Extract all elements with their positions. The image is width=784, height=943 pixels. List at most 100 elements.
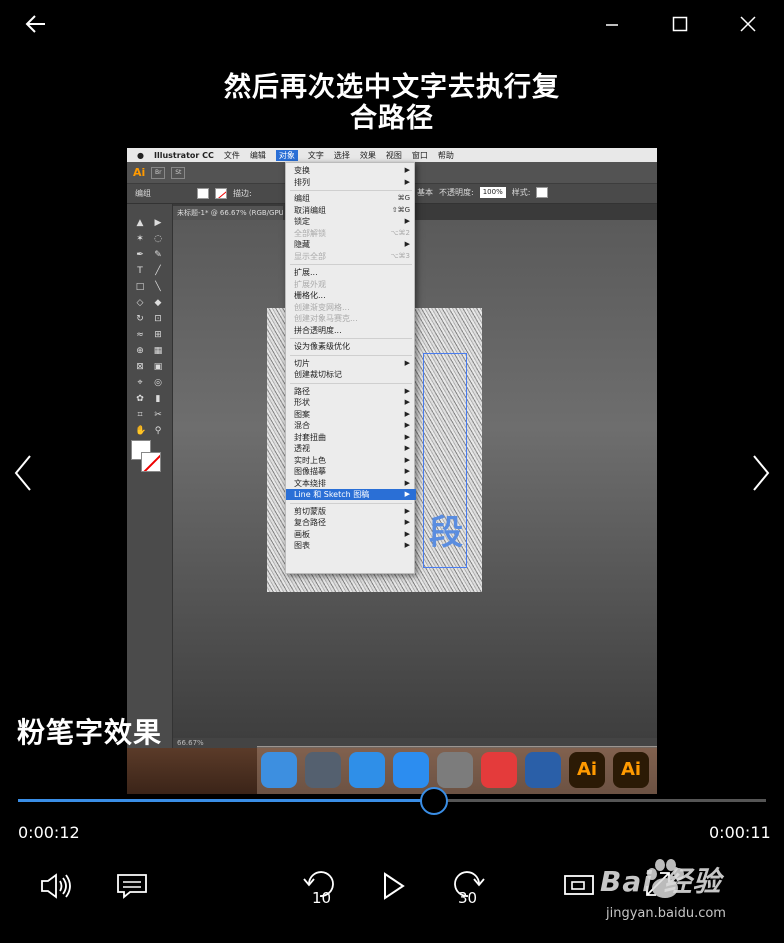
scale-tool-icon: ⊡ [154, 314, 162, 324]
arrow-left-icon [25, 15, 45, 33]
basic-label: 基本 [417, 188, 433, 197]
rectangle-tool-icon: □ [135, 282, 145, 292]
volume-button[interactable] [36, 868, 76, 904]
baidu-watermark: Bai 经验 jingyan.baidu.com [590, 852, 780, 930]
menubar-item: 视图 [385, 150, 402, 160]
caption-line-1: 然后再次选中文字去执行复 [224, 72, 560, 103]
menu-separator [290, 190, 412, 191]
xmind-icon [481, 752, 517, 788]
ctrl-label: 编组 [135, 189, 151, 198]
minimize-button[interactable] [596, 8, 628, 40]
menu-item-label: 全部解锁 [294, 228, 326, 238]
submenu-arrow-icon: ▶ [404, 444, 410, 452]
menu-item-label: 隐藏 [294, 240, 310, 249]
menu-separator [290, 382, 412, 384]
object-menu-item: 封套扭曲 ▶ [286, 432, 416, 443]
menu-item-label: 锁定 [294, 217, 310, 226]
menu-item-label: 创建对象马赛克... [294, 314, 358, 323]
close-button[interactable] [732, 8, 764, 40]
type-tool-icon: T [137, 266, 143, 276]
submenu-arrow-icon: ▶ [404, 398, 410, 406]
document-tab: 未标题-1* @ 66.67% (RGB/GPU [173, 206, 283, 220]
menu-item-label: 图表 [294, 541, 310, 550]
next-button[interactable] [746, 448, 776, 498]
finder-icon [261, 752, 297, 788]
object-menu-item: 取消编组 ⇧⌘G [286, 205, 416, 216]
mesh-tool-icon: ⊠ [136, 362, 144, 372]
menu-item-label: 排列 [294, 177, 310, 187]
gradient-tool-icon: ▣ [153, 362, 163, 372]
watermark-url: jingyan.baidu.com [606, 906, 726, 921]
ai-toolbar: ▲ ▶ ✶ ◌ ✒ ✎ T ╱ □ ╲ ◇ ◆ ↻ ⊡ ≈ ⊞ ⊕ ▦ ⊠ ▣ … [127, 204, 173, 764]
submenu-arrow-icon: ▶ [404, 518, 410, 526]
menubar-item: 效果 [359, 150, 376, 160]
object-menu-item: 拼合透明度... [286, 325, 416, 336]
stroke-label: 描边: [233, 189, 252, 198]
menu-item-label: Line 和 Sketch 图稿 [294, 490, 370, 499]
time-elapsed: 0:00:12 [18, 823, 80, 842]
submenu-arrow-icon: ▶ [404, 386, 410, 395]
submenu-arrow-icon: ▶ [404, 490, 410, 498]
menu-item-shortcut: ⌥⌘3 [390, 251, 410, 260]
shaper-tool-icon: ◇ [136, 298, 144, 308]
submenu-arrow-icon: ▶ [404, 421, 410, 429]
submenu-arrow-icon: ▶ [404, 432, 410, 441]
skip-back-10-icon: 10 [303, 871, 334, 906]
captions-icon [117, 874, 147, 899]
direct-select-tool-icon: ▶ [154, 218, 162, 228]
selection-tool-icon: ▲ [136, 218, 144, 228]
object-menu-item: 画板 ▶ [286, 529, 416, 540]
object-menu-item: 图表 ▶ [286, 540, 416, 551]
object-menu-item: 复合路径 ▶ [286, 517, 416, 528]
submenu-arrow-icon: ▶ [404, 409, 410, 418]
maximize-icon [672, 16, 688, 32]
maximize-button[interactable] [664, 8, 696, 40]
object-menu-item: 透视 ▶ [286, 443, 416, 454]
menubar-item-active: 对象 [275, 149, 298, 161]
bridge-icon: Br [151, 166, 166, 179]
back-button[interactable] [20, 8, 52, 40]
captions-button[interactable] [112, 868, 152, 904]
menu-item-label: 创建裁切标记 [294, 370, 342, 379]
style-swatch [536, 187, 549, 198]
stroke-color-box [141, 452, 161, 472]
submenu-arrow-icon: ▶ [404, 177, 410, 186]
style-label: 样式: [511, 188, 531, 197]
eraser-tool-icon: ◆ [154, 298, 162, 308]
illustrator-icon: Ai [569, 752, 605, 788]
menu-item-label: 实时上色 [294, 455, 326, 465]
curvature-tool-icon: ✎ [154, 250, 162, 260]
progress-thumb[interactable] [419, 787, 448, 815]
object-menu-item: 全部解锁 ⌥⌘2 [286, 228, 416, 239]
menu-item-label: 路径 [294, 386, 310, 396]
previous-button[interactable] [8, 448, 38, 498]
subtitle: 粉笔字效果 [17, 716, 163, 749]
illustrator-icon: Ai [613, 752, 649, 788]
object-menu-item: 实时上色 ▶ [286, 455, 416, 466]
submenu-arrow-icon: ▶ [404, 478, 410, 487]
ai-logo: Ai [133, 166, 146, 179]
object-menu-item: 路径 ▶ [286, 386, 416, 397]
submenu-arrow-icon: ▶ [404, 166, 410, 174]
menubar-item: 文件 [223, 150, 240, 160]
menu-item-label: 扩展外观 [294, 279, 326, 289]
object-menu-item: 栅格化... [286, 290, 416, 301]
artboard-tool-icon: ⌗ [137, 410, 143, 420]
shape-builder-tool-icon: ⊕ [136, 346, 144, 356]
play-button[interactable] [374, 866, 414, 906]
time-remaining: 0:00:11 [709, 823, 771, 842]
cinema4d-icon [525, 752, 561, 788]
status-zoom: 66.67% [177, 739, 204, 747]
video-frame[interactable]: ● Illustrator CC 文件 编辑 对象 文字 选择 效果 视图 窗口… [127, 148, 657, 794]
eyedropper-tool-icon: ⌖ [137, 378, 143, 388]
magic-wand-tool-icon: ✶ [136, 234, 144, 244]
menu-separator [290, 502, 412, 504]
opacity-field: 100% [479, 187, 506, 198]
menu-item-label: 画板 [294, 529, 310, 539]
skip-forward-30-icon: 30 [454, 871, 485, 906]
skip-forward-button[interactable]: 30 [446, 864, 490, 908]
safari-icon [349, 752, 385, 788]
skip-back-button[interactable]: 10 [298, 864, 342, 908]
progress-fill [18, 799, 434, 802]
symbol-tool-icon: ✿ [136, 394, 144, 404]
